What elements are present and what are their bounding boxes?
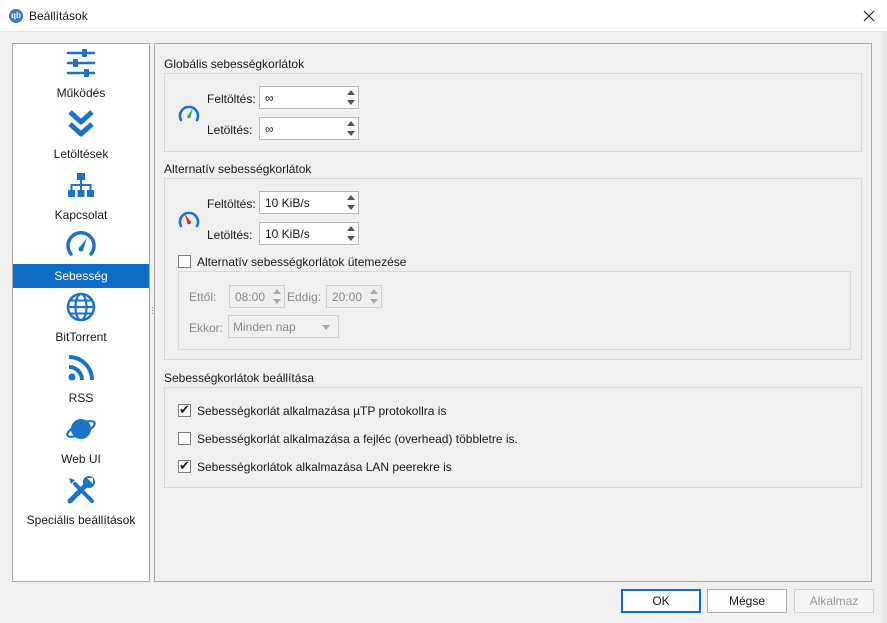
chevron-down-icon: [322, 325, 330, 330]
overhead-checkbox[interactable]: [178, 432, 191, 445]
global-limits-title: Globális sebességkorlátok: [164, 57, 305, 71]
planet-icon: [66, 419, 96, 439]
spin-up-icon[interactable]: [370, 289, 378, 294]
title-bar: qb Beállítások: [0, 0, 887, 32]
sidebar-item-bittorrent[interactable]: BitTorrent: [13, 288, 149, 349]
spin-up-icon[interactable]: [273, 289, 281, 294]
cancel-button[interactable]: Mégse: [707, 589, 787, 613]
lan-label[interactable]: Sebességkorlátok alkalmazása LAN peerekr…: [197, 460, 452, 474]
sidebar-item-label: Működés: [56, 86, 106, 100]
alt-limits-title: Alternatív sebességkorlátok: [164, 162, 312, 176]
sidebar-item-kapcsolat[interactable]: Kapcsolat: [13, 166, 149, 227]
spinbox-value: 10 KiB/s: [265, 196, 310, 210]
speed-settings-panel: Globális sebességkorlátok Feltöltés: ∞ L…: [154, 43, 872, 582]
spin-down-icon[interactable]: [347, 205, 355, 210]
spin-down-icon[interactable]: [347, 236, 355, 241]
spinbox-value: 10 KiB/s: [265, 227, 310, 241]
utp-checkbox[interactable]: ✔: [178, 402, 191, 417]
sidebar-item-rss[interactable]: RSS: [13, 349, 149, 410]
spin-arrows: [367, 286, 381, 307]
speedometer-icon: [66, 230, 96, 256]
checkmark-icon: ✔: [179, 402, 190, 417]
sidebar-item-sebesseg[interactable]: Sebesség: [13, 227, 149, 288]
sidebar-item-label: BitTorrent: [55, 330, 107, 344]
global-upload-label: Feltöltés:: [207, 92, 256, 106]
gauge-red-icon: [178, 211, 200, 228]
global-limits-group: Feltöltés: ∞ Letöltés: ∞: [164, 73, 862, 152]
schedule-checkbox[interactable]: [178, 255, 191, 268]
when-dropdown[interactable]: Minden nap: [228, 315, 339, 338]
overhead-label[interactable]: Sebességkorlát alkalmazása a fejléc (ove…: [197, 432, 518, 446]
double-chevron-down-icon: [68, 110, 94, 137]
spin-up-icon[interactable]: [347, 121, 355, 126]
spin-up-icon[interactable]: [347, 90, 355, 95]
window-title: Beállítások: [29, 9, 88, 23]
sidebar-item-label: RSS: [68, 391, 94, 405]
sidebar-item-label: Letöltések: [53, 147, 109, 161]
tools-icon: [67, 476, 95, 504]
alt-download-spinbox[interactable]: 10 KiB/s: [259, 222, 359, 245]
sliders-icon: [66, 49, 96, 77]
spin-arrows: [270, 286, 284, 307]
spin-down-icon[interactable]: [370, 299, 378, 304]
alt-limits-group: Feltöltés: 10 KiB/s Letöltés: 10 KiB/s A…: [164, 178, 862, 360]
sidebar-item-label: Kapcsolat: [54, 208, 108, 222]
from-time-spinbox[interactable]: 08:00: [229, 285, 285, 308]
spin-down-icon[interactable]: [347, 131, 355, 136]
sidebar-item-letoltesek[interactable]: Letöltések: [13, 105, 149, 166]
sidebar-item-label: Sebesség: [13, 264, 149, 288]
spin-arrows: [344, 192, 358, 213]
schedule-label[interactable]: Alternatív sebességkorlátok ütemezése: [197, 255, 406, 269]
when-label: Ekkor:: [189, 321, 224, 335]
sidebar-item-label: Speciális beállítások: [26, 513, 136, 527]
alt-upload-spinbox[interactable]: 10 KiB/s: [259, 191, 359, 214]
spinbox-value: ∞: [265, 122, 274, 136]
spin-arrows: [344, 118, 358, 139]
global-download-spinbox[interactable]: ∞: [259, 117, 359, 140]
spinbox-value: 08:00: [235, 290, 266, 304]
to-time-spinbox[interactable]: 20:00: [326, 285, 382, 308]
lan-checkbox[interactable]: ✔: [178, 458, 191, 473]
dropdown-value: Minden nap: [233, 320, 296, 334]
spin-arrows: [344, 87, 358, 108]
limit-settings-group: ✔ Sebességkorlát alkalmazása µTP protoko…: [164, 387, 862, 488]
spinbox-value: 20:00: [332, 290, 363, 304]
spinbox-value: ∞: [265, 91, 274, 105]
gauge-green-icon: [178, 105, 200, 122]
sidebar-item-mukodes[interactable]: Működés: [13, 44, 149, 105]
window-edge: [883, 32, 887, 623]
network-icon: [68, 173, 94, 197]
close-button[interactable]: [858, 6, 880, 26]
close-icon: [863, 10, 875, 22]
sidebar-item-webui[interactable]: Web UI: [13, 410, 149, 471]
spin-arrows: [344, 223, 358, 244]
to-label: Eddig:: [287, 290, 322, 304]
global-download-label: Letöltés:: [207, 123, 253, 137]
spin-up-icon[interactable]: [347, 195, 355, 200]
apply-button[interactable]: Alkalmaz: [794, 589, 874, 613]
checkmark-icon: ✔: [179, 458, 190, 473]
settings-sidebar: Működés Letöltések Kapcsolat Sebesség Bi…: [12, 43, 150, 582]
global-upload-spinbox[interactable]: ∞: [259, 86, 359, 109]
sidebar-item-label: Web UI: [61, 452, 101, 466]
spin-down-icon[interactable]: [347, 100, 355, 105]
app-logo-icon: qb: [9, 9, 23, 23]
from-label: Ettől:: [189, 290, 217, 304]
limit-settings-title: Sebességkorlátok beállítása: [164, 371, 315, 385]
alt-download-label: Letöltés:: [207, 228, 253, 242]
utp-label[interactable]: Sebességkorlát alkalmazása µTP protokoll…: [197, 404, 446, 418]
spin-up-icon[interactable]: [347, 226, 355, 231]
alt-upload-label: Feltöltés:: [207, 197, 256, 211]
schedule-group: Ettől: 08:00 Eddig: 20:00 Ekkor: Minden …: [178, 271, 851, 350]
globe-icon: [66, 292, 96, 322]
sidebar-item-specialis[interactable]: Speciális beállítások: [13, 471, 149, 532]
rss-icon: [68, 355, 94, 381]
spin-down-icon[interactable]: [273, 299, 281, 304]
ok-button[interactable]: OK: [621, 589, 701, 613]
